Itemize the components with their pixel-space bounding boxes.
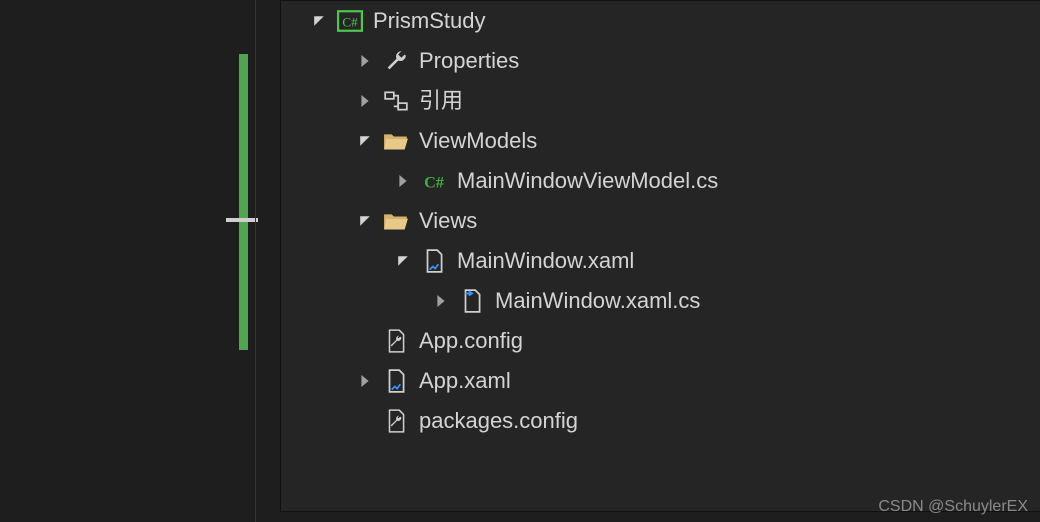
watermark: CSDN @SchuylerEX — [878, 498, 1028, 516]
wrench-icon — [383, 48, 409, 74]
expander-icon[interactable] — [393, 251, 413, 271]
csharp-project-icon: C# — [337, 8, 363, 34]
change-marker — [239, 54, 248, 350]
tree-item-label: App.xaml — [419, 361, 511, 401]
tree-item-label: ViewModels — [419, 121, 537, 161]
expander-icon[interactable] — [355, 371, 375, 391]
csharp-file-icon: C# — [421, 168, 447, 194]
tree-item-label: Views — [419, 201, 477, 241]
appconfig-file[interactable]: App.config — [281, 321, 1040, 361]
expander-icon[interactable] — [355, 131, 375, 151]
expander-icon[interactable] — [355, 51, 375, 71]
svg-text:C#: C# — [342, 14, 358, 29]
expander-icon[interactable] — [431, 291, 451, 311]
expander-icon[interactable] — [309, 11, 329, 31]
expander-icon[interactable] — [355, 91, 375, 111]
packagesconfig-file[interactable]: packages.config — [281, 401, 1040, 441]
tree-item-label: MainWindowViewModel.cs — [457, 161, 718, 201]
references-node[interactable]: 引用 — [281, 81, 1040, 121]
mainwindowviewmodel-file[interactable]: C# MainWindowViewModel.cs — [281, 161, 1040, 201]
views-folder[interactable]: Views — [281, 201, 1040, 241]
folder-open-icon — [383, 208, 409, 234]
caret-marker — [226, 218, 258, 222]
wrench-file-icon — [383, 408, 409, 434]
xaml-file-icon — [421, 248, 447, 274]
mainwindow-xaml-file[interactable]: MainWindow.xaml — [281, 241, 1040, 281]
solution-explorer-panel: C# PrismStudy Properties — [280, 0, 1040, 512]
tree-item-label: MainWindow.xaml — [457, 241, 634, 281]
codebehind-file-icon — [459, 288, 485, 314]
tree-item-label: MainWindow.xaml.cs — [495, 281, 700, 321]
editor-gutter — [0, 0, 260, 522]
mainwindow-xaml-cs-file[interactable]: MainWindow.xaml.cs — [281, 281, 1040, 321]
tree-item-label: App.config — [419, 321, 523, 361]
appxaml-file[interactable]: App.xaml — [281, 361, 1040, 401]
references-icon — [383, 88, 409, 114]
tree-item-label: packages.config — [419, 401, 578, 441]
project-tree: C# PrismStudy Properties — [281, 1, 1040, 441]
tree-item-label: Properties — [419, 41, 519, 81]
project-root[interactable]: C# PrismStudy — [281, 1, 1040, 41]
viewmodels-folder[interactable]: ViewModels — [281, 121, 1040, 161]
folder-open-icon — [383, 128, 409, 154]
tree-item-label: 引用 — [419, 81, 463, 121]
root: C# PrismStudy Properties — [0, 0, 1040, 522]
project-label: PrismStudy — [373, 1, 485, 41]
gutter-divider — [255, 0, 256, 522]
svg-text:C#: C# — [424, 174, 444, 192]
xaml-file-icon — [383, 368, 409, 394]
expander-icon[interactable] — [393, 171, 413, 191]
expander-icon[interactable] — [355, 211, 375, 231]
wrench-file-icon — [383, 328, 409, 354]
properties-node[interactable]: Properties — [281, 41, 1040, 81]
